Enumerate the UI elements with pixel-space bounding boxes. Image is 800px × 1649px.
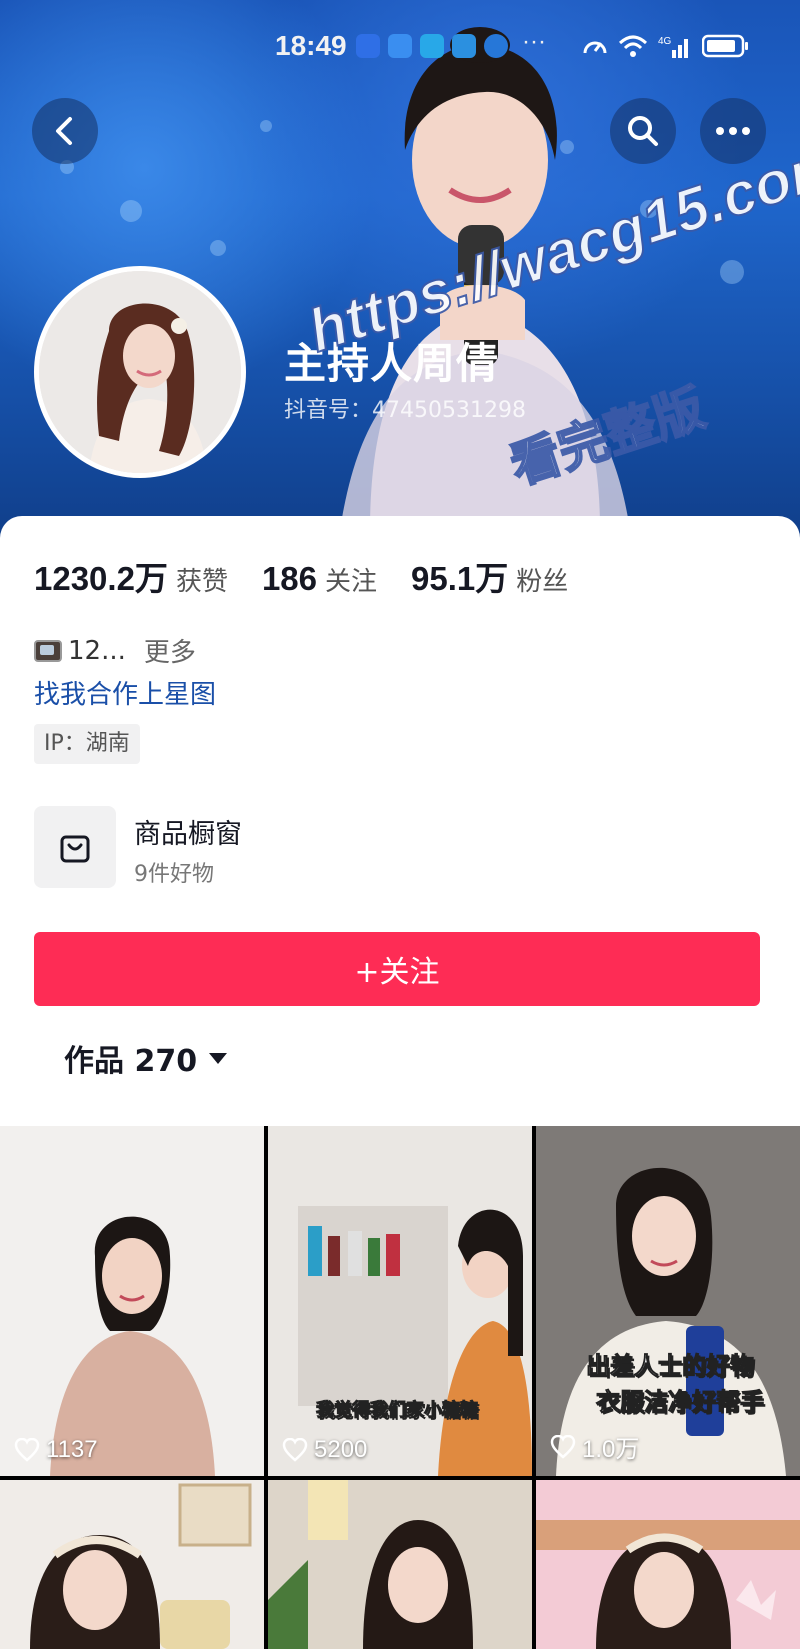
video-caption-line2: 衣服洁净好帮手	[596, 1388, 765, 1417]
video-likes-count: 5200	[314, 1436, 368, 1463]
browser-icon	[484, 34, 508, 58]
video-likes: 1.0万	[550, 1429, 639, 1464]
shop-window-icon-box[interactable]	[34, 806, 116, 888]
status-bar: 18:49 ··· 4G	[0, 24, 800, 72]
heart-icon	[282, 1438, 308, 1462]
tab-works[interactable]: 作品 270	[64, 1036, 228, 1080]
video-caption: 我觉得我们家小糖糖	[316, 1400, 479, 1422]
telegram-icon	[420, 34, 444, 58]
video-tile[interactable]	[268, 1480, 532, 1649]
status-system-icons: 4G	[582, 34, 750, 58]
video-tile[interactable]: 1137	[0, 1126, 264, 1476]
bokeh-light	[210, 240, 226, 256]
profile-stats: 1230.2万 获赞 186 关注 95.1万 粉丝	[34, 552, 602, 600]
video-thumbnail	[0, 1126, 264, 1476]
video-thumbnail	[268, 1126, 532, 1476]
search-icon	[628, 116, 658, 146]
app-notification-icon	[388, 34, 412, 58]
bio: 12... 更多	[34, 632, 196, 669]
likes-label: 获赞	[175, 567, 228, 597]
heart-icon	[14, 1438, 40, 1462]
status-time: 18:49	[275, 30, 347, 61]
chevron-left-icon	[56, 117, 72, 145]
bokeh-light	[260, 120, 272, 132]
video-grid: 1137 我觉得我们家小糖糖 5200 出差人士的好物 衣服洁净好帮手 1.0万	[0, 1126, 800, 1649]
heart-icon	[550, 1434, 576, 1459]
video-caption: 出差人士的好物	[586, 1352, 755, 1381]
status-app-icons	[356, 34, 508, 58]
shop-window-count: 9件好物	[134, 862, 214, 887]
follow-button[interactable]: +关注	[34, 932, 760, 1006]
speed-icon	[583, 41, 607, 54]
app-notification-icon	[356, 34, 380, 58]
video-likes-count: 1137	[46, 1436, 98, 1463]
profile-banner: 18:49 ··· 4G 主持人周倩 抖音号：47450531298 https…	[0, 0, 800, 560]
video-thumbnail	[536, 1480, 800, 1649]
likes-count: 1230.2万	[34, 560, 168, 597]
bokeh-light	[720, 260, 744, 284]
collab-link[interactable]: 找我合作上星图	[34, 674, 216, 711]
wifi-icon	[618, 35, 648, 57]
video-likes: 1137	[14, 1436, 98, 1464]
video-tile[interactable]	[0, 1480, 264, 1649]
following-count[interactable]: 186	[262, 560, 317, 598]
avatar[interactable]	[34, 266, 246, 478]
shop-window-title[interactable]: 商品橱窗	[134, 812, 242, 851]
tv-icon	[34, 639, 62, 662]
video-tile[interactable]	[536, 1480, 800, 1649]
tab-works-label: 作品 270	[64, 1044, 198, 1079]
signal-4g-icon: 4G	[658, 36, 688, 58]
bio-more-link[interactable]: 更多	[144, 632, 196, 669]
video-thumbnail	[268, 1480, 532, 1649]
caret-down-icon	[209, 1052, 228, 1064]
video-tile[interactable]: 我觉得我们家小糖糖 5200	[268, 1126, 532, 1476]
followers-count[interactable]: 95.1万	[411, 552, 508, 600]
message-icon	[452, 34, 476, 58]
douyin-id[interactable]: 抖音号：47450531298	[284, 392, 526, 424]
video-thumbnail	[0, 1480, 264, 1649]
battery-icon	[702, 34, 748, 58]
video-likes: 5200	[282, 1436, 367, 1464]
video-likes-count: 1.0万	[582, 1436, 640, 1463]
avatar-image	[39, 271, 241, 473]
bio-text: 12...	[68, 635, 126, 666]
shopping-bag-icon	[60, 835, 90, 863]
status-more-icon: ···	[522, 28, 546, 55]
followers-label[interactable]: 粉丝	[516, 561, 568, 598]
following-label[interactable]: 关注	[325, 561, 377, 598]
back-button[interactable]	[32, 98, 98, 164]
search-button[interactable]	[610, 98, 676, 164]
profile-card: 1230.2万 获赞 186 关注 95.1万 粉丝 12... 更多 找我合作…	[0, 516, 800, 1126]
video-tile[interactable]: 出差人士的好物 衣服洁净好帮手 1.0万	[536, 1126, 800, 1476]
bokeh-light	[120, 200, 142, 222]
video-thumbnail	[536, 1126, 800, 1476]
svg-text:4G: 4G	[658, 36, 672, 47]
more-dots-icon	[716, 127, 750, 135]
ip-location-tag: IP：湖南	[34, 724, 140, 764]
